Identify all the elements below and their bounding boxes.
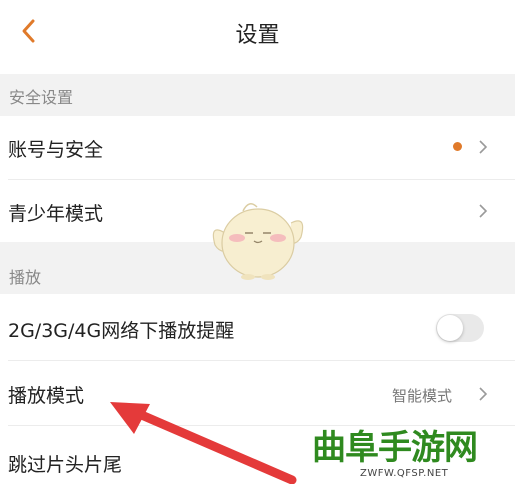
section-title-playback: 播放 — [9, 268, 42, 287]
play-mode-value: 智能模式 — [392, 387, 453, 405]
annotation-arrow-icon — [110, 402, 297, 484]
row-label-account-security: 账号与安全 — [8, 139, 104, 161]
settings-row-network-alert[interactable]: 2G/3G/4G网络下播放提醒 — [0, 296, 515, 360]
network-alert-toggle[interactable] — [436, 314, 484, 342]
header-bar: 设置 — [0, 0, 515, 66]
section-header-security: 安全设置 — [0, 74, 515, 116]
page-title: 设置 — [235, 23, 280, 48]
notification-dot-icon — [453, 142, 462, 151]
watermark-text: 曲阜手游网 — [312, 428, 478, 468]
site-watermark: 曲阜手游网 ZWFW.QFSP.NET — [298, 418, 515, 484]
row-label-play-mode: 播放模式 — [8, 385, 85, 407]
toggle-knob — [437, 315, 463, 341]
mascot-watermark-icon — [212, 203, 304, 280]
watermark-url: ZWFW.QFSP.NET — [360, 468, 449, 479]
chevron-right-icon — [479, 387, 488, 401]
chevron-right-icon — [479, 204, 488, 218]
chevron-right-icon — [479, 140, 488, 154]
settings-row-account-security[interactable]: 账号与安全 — [0, 116, 515, 178]
section-title-security: 安全设置 — [9, 88, 74, 107]
row-label-skip-intro-outro: 跳过片头片尾 — [8, 454, 123, 476]
row-label-youth-mode: 青少年模式 — [8, 203, 104, 225]
row-label-network-alert: 2G/3G/4G网络下播放提醒 — [8, 320, 235, 342]
